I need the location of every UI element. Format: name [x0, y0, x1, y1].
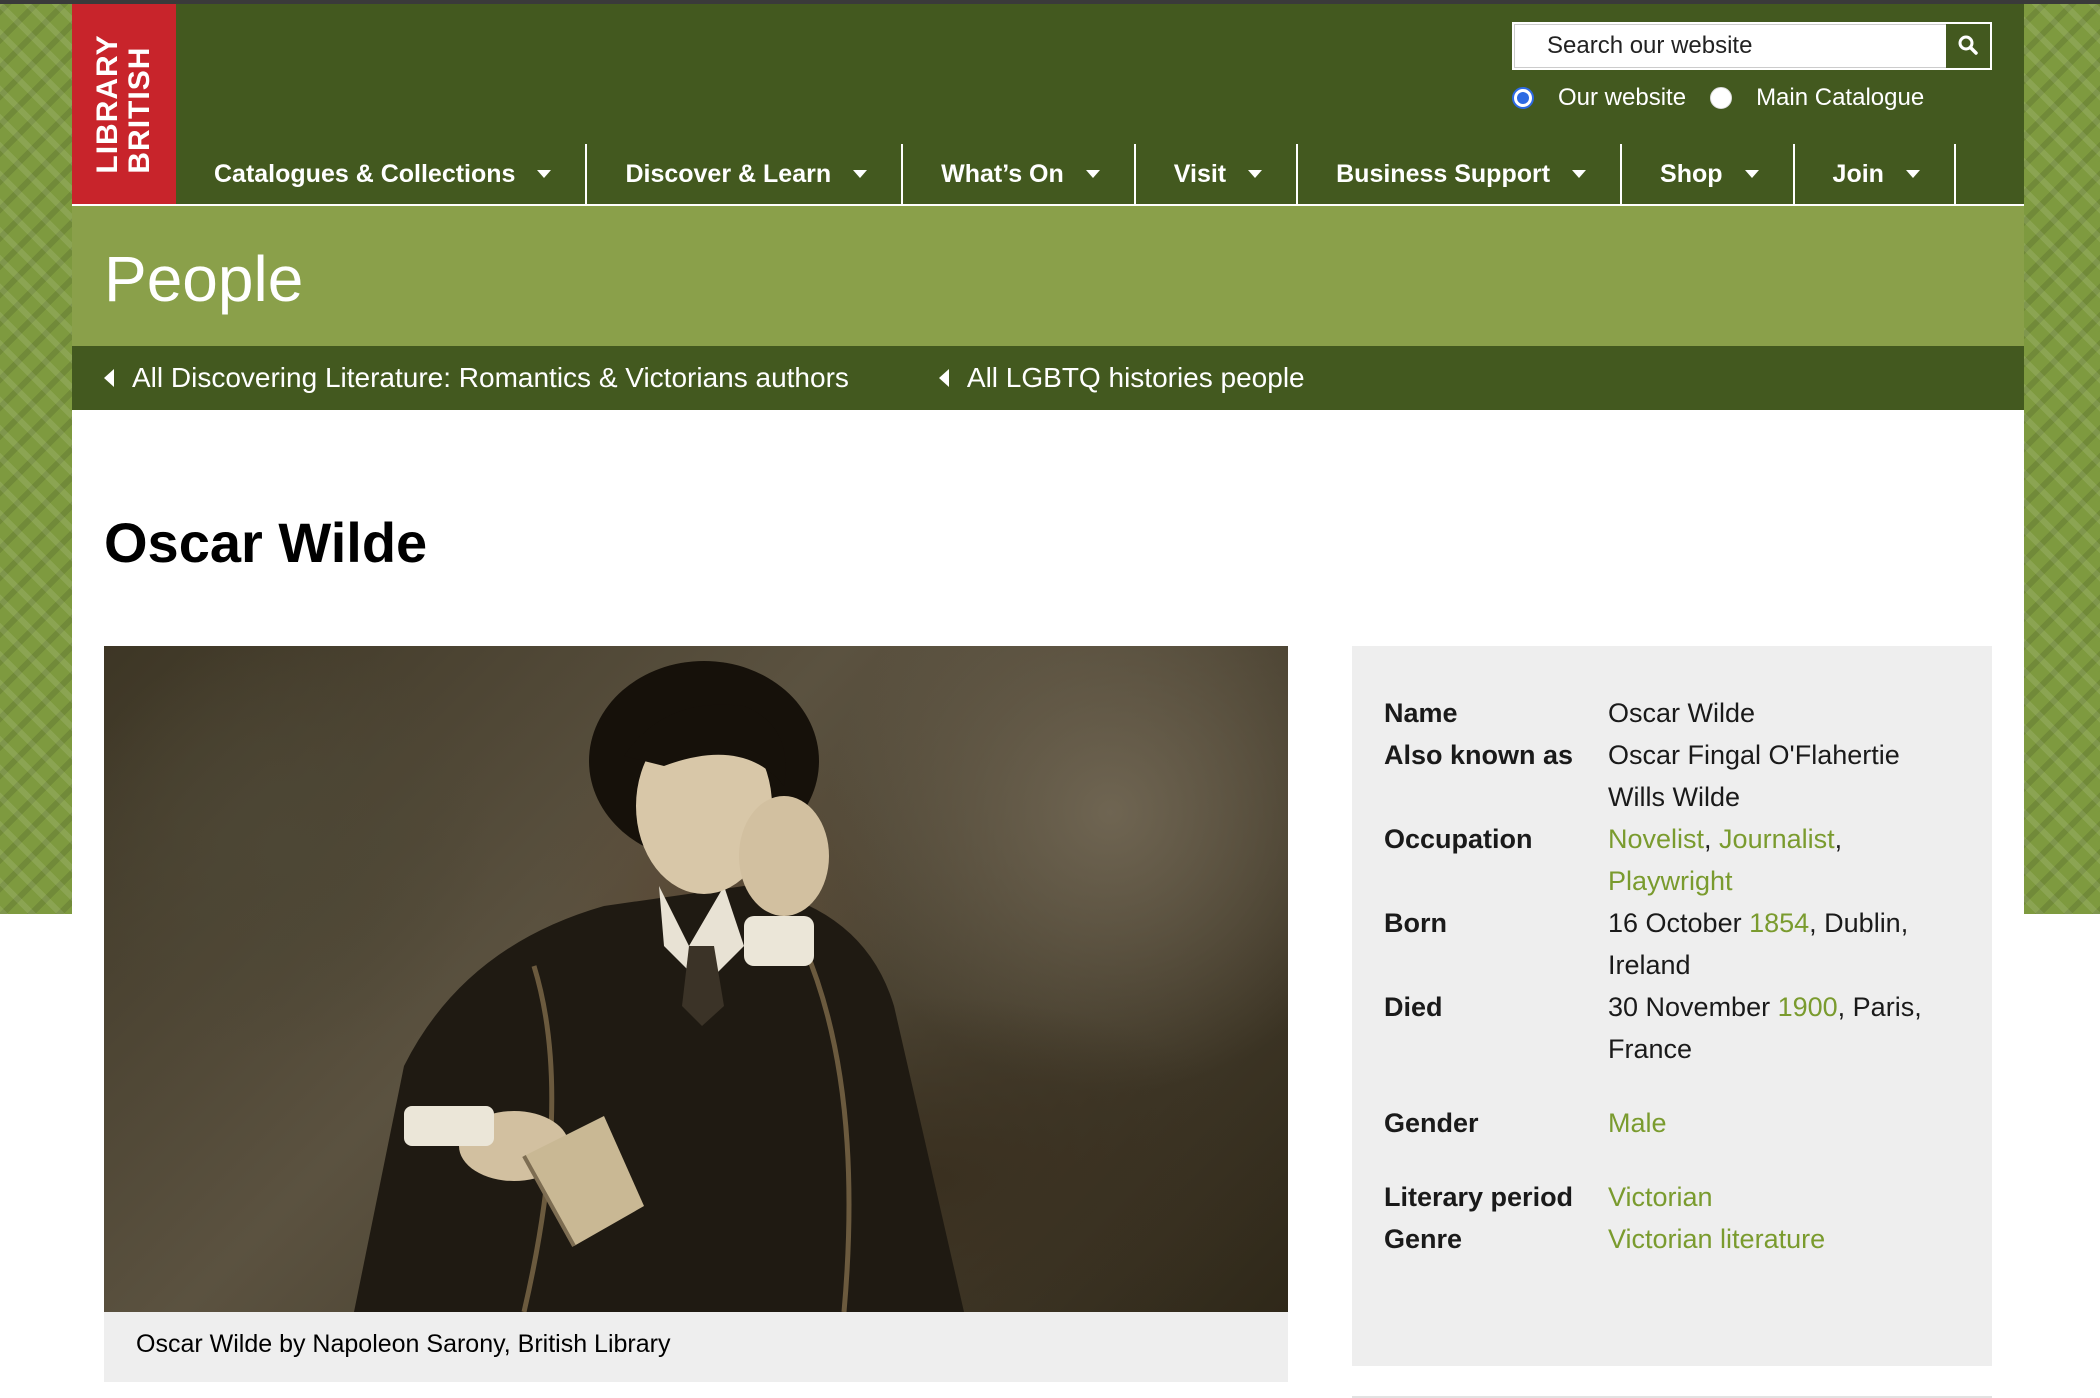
born-year-link[interactable]: 1854 — [1749, 908, 1809, 938]
info-label: Name — [1384, 698, 1458, 728]
chevron-down-icon — [1905, 170, 1920, 178]
radio-our-website[interactable]: Our website — [1512, 84, 1686, 112]
chevron-down-icon — [537, 170, 552, 178]
nav-label: Business Support — [1336, 159, 1551, 188]
search-button[interactable] — [1946, 24, 1990, 68]
search-scope: Our website Main Catalogue — [1512, 78, 1948, 118]
info-label: Occupation — [1384, 824, 1533, 854]
info-label: Genre — [1384, 1224, 1463, 1254]
info-value: Male — [1608, 1070, 1960, 1144]
nav-label: Shop — [1660, 159, 1723, 188]
logo-text: LIBRARY BRITISH — [91, 34, 156, 174]
info-value: Victorian — [1608, 1144, 1960, 1218]
subnav-link-romantics-victorians[interactable]: All Discovering Literature: Romantics & … — [104, 362, 849, 394]
nav-business-support[interactable]: Business Support — [1298, 144, 1623, 204]
nav-catalogues-collections[interactable]: Catalogues & Collections — [176, 144, 588, 204]
subnav-label: All LGBTQ histories people — [966, 362, 1305, 393]
info-value: Oscar Wilde — [1608, 698, 1756, 728]
logo-line-library: LIBRARY — [91, 34, 124, 174]
info-label: Literary period — [1384, 1182, 1574, 1212]
born-date: 16 October — [1608, 908, 1750, 938]
info-row-genre: Genre Victorian literature — [1384, 1218, 1960, 1260]
info-value: Oscar Fingal O'Flahertie Wills Wilde — [1608, 740, 1900, 812]
died-date: 30 November — [1608, 992, 1778, 1022]
chevron-left-icon — [938, 369, 949, 387]
info-row-occupation: Occupation Novelist, Journalist, Playwri… — [1384, 818, 1960, 902]
info-row-gender: Gender Male — [1384, 1070, 1960, 1144]
chevron-down-icon — [1744, 170, 1759, 178]
info-value: 30 November 1900, Paris, France — [1608, 986, 1960, 1070]
search-input[interactable] — [1514, 24, 1946, 68]
chevron-down-icon — [1572, 170, 1587, 178]
chevron-down-icon — [1085, 170, 1100, 178]
person-info-table: Name Oscar Wilde Also known as Oscar Fin… — [1384, 692, 1960, 1260]
image-caption: Oscar Wilde by Napoleon Sarony, British … — [136, 1330, 671, 1358]
info-value: 16 October 1854, Dublin, Ireland — [1608, 902, 1960, 986]
nav-label: Join — [1832, 159, 1884, 188]
info-value: Novelist, Journalist, Playwright — [1608, 824, 1843, 896]
radio-main-catalogue[interactable]: Main Catalogue — [1710, 84, 1924, 112]
genre-link[interactable]: Victorian literature — [1608, 1224, 1825, 1254]
info-label: Born — [1384, 908, 1447, 938]
died-year-link[interactable]: 1900 — [1778, 992, 1838, 1022]
info-row-died: Died 30 November 1900, Paris, France — [1384, 986, 1960, 1070]
site-header: LIBRARY BRITISH Our website — [72, 4, 2024, 206]
page: LIBRARY BRITISH Our website — [72, 4, 2024, 1398]
section-title: People — [104, 243, 304, 315]
info-value: Victorian literature — [1608, 1218, 1960, 1260]
nav-discover-learn[interactable]: Discover & Learn — [587, 144, 904, 204]
occupation-link-novelist[interactable]: Novelist — [1608, 824, 1704, 854]
gender-link[interactable]: Male — [1608, 1108, 1667, 1138]
nav-visit[interactable]: Visit — [1136, 144, 1299, 204]
nav-label: Visit — [1173, 159, 1227, 188]
literary-period-link[interactable]: Victorian — [1608, 1182, 1713, 1212]
chevron-left-icon — [104, 369, 114, 387]
info-label: Gender — [1384, 1108, 1479, 1138]
chevron-down-icon — [853, 170, 868, 178]
chevron-down-icon — [1248, 170, 1263, 178]
info-row-born: Born 16 October 1854, Dublin, Ireland — [1384, 902, 1960, 986]
nav-label: Discover & Learn — [625, 159, 832, 188]
subnav-link-lgbtq[interactable]: All LGBTQ histories people — [938, 362, 1305, 394]
british-library-logo[interactable]: LIBRARY BRITISH — [72, 4, 176, 204]
radio-label-our-website: Our website — [1558, 84, 1687, 111]
portrait-image[interactable] — [104, 646, 1288, 1312]
nav-shop[interactable]: Shop — [1622, 144, 1795, 204]
occupation-link-journalist[interactable]: Journalist — [1719, 824, 1835, 854]
occupation-link-playwright[interactable]: Playwright — [1608, 866, 1733, 896]
person-info-panel: Name Oscar Wilde Also known as Oscar Fin… — [1352, 646, 1992, 1366]
logo-line-british: BRITISH — [123, 46, 156, 174]
section-banner: People — [72, 206, 2024, 346]
main-nav: Catalogues & Collections Discover & Lear… — [176, 144, 2024, 206]
info-row-also-known-as: Also known as Oscar Fingal O'Flahertie W… — [1384, 734, 1960, 818]
nav-label: What’s On — [941, 159, 1064, 188]
search-box — [1512, 22, 1992, 70]
info-label: Died — [1384, 992, 1443, 1022]
radio-button-checked[interactable] — [1512, 87, 1534, 109]
info-row-name: Name Oscar Wilde — [1384, 692, 1960, 734]
page-title: Oscar Wilde — [104, 511, 428, 574]
nav-join[interactable]: Join — [1795, 144, 1956, 204]
sub-navigation: All Discovering Literature: Romantics & … — [72, 346, 2024, 410]
nav-label: Catalogues & Collections — [214, 159, 516, 188]
portrait-figure: Oscar Wilde by Napoleon Sarony, British … — [104, 646, 1288, 1382]
radio-button-unchecked[interactable] — [1710, 87, 1733, 109]
radio-label-main-catalogue: Main Catalogue — [1756, 84, 1925, 111]
info-label: Also known as — [1384, 740, 1574, 770]
info-row-literary-period: Literary period Victorian — [1384, 1144, 1960, 1218]
nav-whats-on[interactable]: What’s On — [903, 144, 1136, 204]
subnav-label: All Discovering Literature: Romantics & … — [132, 362, 849, 393]
search-icon — [1957, 34, 1979, 59]
